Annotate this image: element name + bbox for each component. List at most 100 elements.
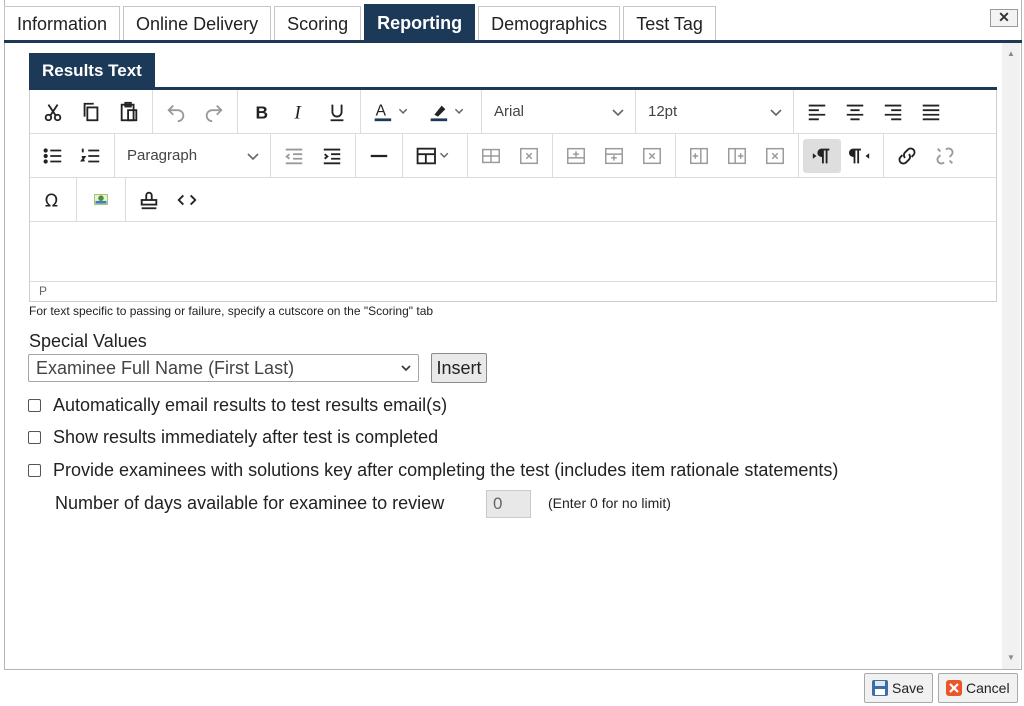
auto-email-label: Automatically email results to test resu… [53,395,448,415]
solutions-key-checkbox[interactable] [28,464,41,477]
insert-row-before-icon[interactable] [557,139,595,173]
toolbar-row-3: Ω [30,177,996,222]
align-group [794,90,954,134]
cutscore-hint: For text specific to passing or failure,… [29,304,434,318]
history-group [153,89,238,134]
source-code-icon[interactable] [168,183,206,217]
numbered-list-icon[interactable] [72,139,110,173]
outdent-icon[interactable] [275,139,313,173]
cut-icon[interactable] [34,95,72,129]
align-center-icon[interactable] [836,95,874,129]
show-results-option: Show results immediately after test is c… [28,427,438,448]
table-cell-group [468,133,553,178]
omega-icon[interactable]: Ω [34,183,72,217]
review-days-note: (Enter 0 for no limit) [548,495,671,511]
insert-row-after-icon[interactable] [595,139,633,173]
font-family-value: Arial [494,103,525,120]
italic-icon[interactable]: I [280,95,318,129]
align-left-icon[interactable] [798,95,836,129]
special-values-label: Special Values [29,331,147,351]
align-right-icon[interactable] [874,95,912,129]
auto-email-option: Automatically email results to test resu… [28,395,447,416]
copy-icon[interactable] [72,95,110,129]
tab-scoring[interactable]: Scoring [274,6,362,40]
show-results-checkbox[interactable] [28,431,41,444]
image-icon[interactable] [81,183,121,217]
review-days-label: Number of days available for examinee to… [55,493,445,513]
text-color-icon[interactable]: A [365,95,421,129]
bullet-list-icon[interactable] [34,139,72,173]
special-char-group: Ω [30,177,77,222]
align-justify-icon[interactable] [912,95,950,129]
editor-status-path: P [39,284,48,298]
font-size-value: 12pt [648,103,678,120]
scroll-down-arrow-icon[interactable]: ▼ [1002,651,1020,665]
special-values-selected: Examinee Full Name (First Last) [36,358,295,378]
table-props-icon[interactable] [472,139,510,173]
review-days-input[interactable]: 0 [486,490,531,518]
table-icon[interactable] [407,139,463,173]
indent-group [271,133,356,178]
font-size-select[interactable]: 12pt [636,89,794,134]
svg-text:A: A [376,102,387,119]
tab-test-tag[interactable]: Test Tag [623,6,716,40]
toolbar-row-2: Paragraph [30,133,996,178]
block-format-select[interactable]: Paragraph [115,133,271,178]
delete-row-icon[interactable] [633,139,671,173]
stamp-icon[interactable] [130,183,168,217]
link-icon[interactable] [888,139,926,173]
rich-text-editor: B I A Arial 12pt Paragraph Ω P [29,89,997,302]
cancel-label: Cancel [966,680,1010,696]
tab-demographics[interactable]: Demographics [478,6,621,40]
indent-icon[interactable] [313,139,351,173]
horizontal-line-icon[interactable] [360,139,398,173]
chevron-down-icon [770,108,782,116]
results-text-tab[interactable]: Results Text [29,53,155,89]
rtl-icon[interactable] [841,139,879,173]
auto-email-checkbox[interactable] [28,399,41,412]
editor-content-area[interactable] [30,223,996,282]
tab-information[interactable]: Information [4,6,121,40]
insert-column-before-icon[interactable] [680,139,718,173]
tab-underline [4,40,1022,43]
floppy-disk-icon [872,680,888,696]
font-family-select[interactable]: Arial [482,89,636,134]
ltr-icon[interactable] [803,138,841,173]
cancel-icon [946,680,962,696]
vertical-scrollbar[interactable]: ▲ ▼ [1002,43,1020,669]
close-button[interactable]: ✕ [990,9,1018,27]
svg-text:I: I [293,102,302,123]
format-group: B I [238,89,361,134]
save-label: Save [892,680,924,696]
color-group: A [361,89,482,134]
insert-column-after-icon[interactable] [718,139,756,173]
svg-text:B: B [256,102,269,122]
redo-icon[interactable] [195,95,233,129]
special-values-select[interactable]: Examinee Full Name (First Last) [28,354,419,382]
bold-icon[interactable]: B [242,95,280,129]
link-group [884,134,968,178]
highlight-color-icon[interactable] [421,95,477,129]
image-group [77,177,126,222]
chevron-down-icon [612,108,624,116]
save-button[interactable]: Save [864,673,933,703]
scroll-up-arrow-icon[interactable]: ▲ [1002,47,1020,61]
solutions-key-label: Provide examinees with solutions key aft… [53,460,839,480]
direction-group [799,133,884,178]
table-group [403,133,468,178]
insert-button[interactable]: Insert [431,353,487,383]
tab-reporting[interactable]: Reporting [364,4,476,40]
undo-icon[interactable] [157,95,195,129]
paste-icon[interactable] [110,95,148,129]
tab-online-delivery[interactable]: Online Delivery [123,6,272,40]
unlink-icon[interactable] [926,139,964,173]
chevron-down-icon [247,152,259,160]
table-delete-icon[interactable] [510,139,548,173]
svg-text:Ω: Ω [45,191,58,211]
row-group [553,133,676,178]
cancel-button[interactable]: Cancel [938,673,1018,703]
column-group [676,133,799,178]
chevron-down-icon [401,365,411,372]
delete-column-icon[interactable] [756,139,794,173]
underline-icon[interactable] [318,95,356,129]
